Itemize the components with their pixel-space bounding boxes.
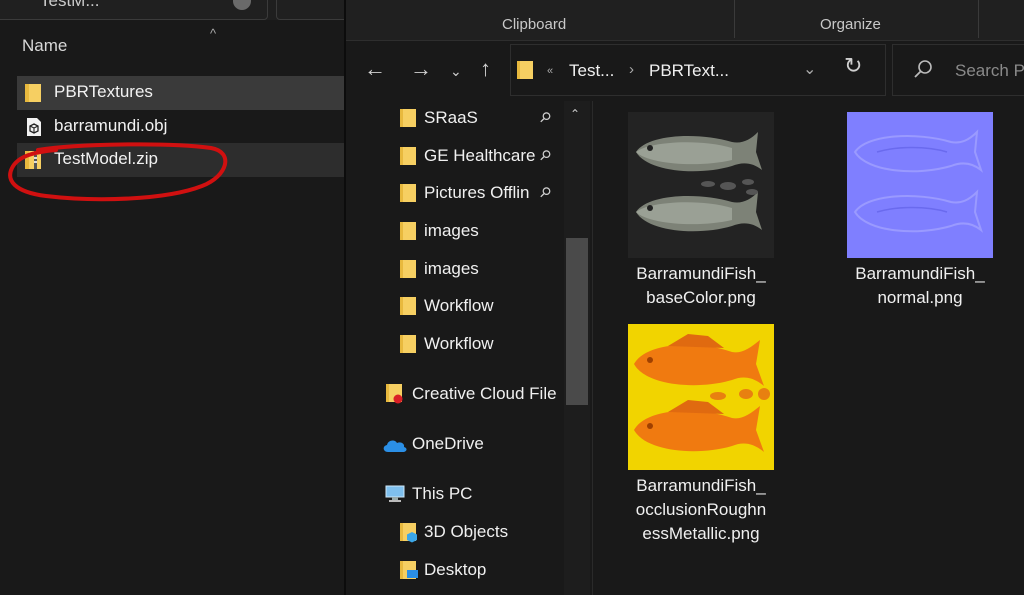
file-caption: BarramundiFish_ occlusionRoughn essMetal…: [616, 474, 786, 546]
nav-item-workflow[interactable]: Workflow: [346, 329, 568, 359]
nav-item-label: Workflow: [424, 334, 494, 353]
nav-item-creative-cloud-files[interactable]: Creative Cloud File: [346, 379, 568, 409]
nav-item-label: Desktop: [424, 560, 487, 579]
file-tile-occlusion-roughness-metallic[interactable]: BarramundiFish_ occlusionRoughn essMetal…: [616, 322, 786, 554]
folder-icon: [400, 147, 416, 165]
folder-icon: [517, 61, 533, 79]
nav-item-label: OneDrive: [412, 434, 484, 453]
back-arrow-icon[interactable]: ←: [364, 57, 386, 81]
nav-item-desktop[interactable]: Desktop: [346, 555, 568, 585]
search-input[interactable]: Search P: [955, 61, 1024, 81]
file-name-line: BarramundiFish_: [636, 476, 766, 495]
nav-item-images[interactable]: images: [346, 254, 568, 284]
nav-item-label: Workflow: [424, 296, 494, 315]
file-name-line: BarramundiFish_: [636, 264, 766, 283]
normal-map-texture-thumbnail: [847, 112, 993, 258]
nav-item-sraas[interactable]: SRaaS ⚲: [346, 103, 568, 133]
left-search-box[interactable]: [276, 0, 344, 20]
folder-icon: [400, 222, 416, 240]
left-explorer-window: TestM... Name ^ PBRTextures barramundi.o…: [0, 0, 344, 595]
3d-object-file-icon: [27, 118, 41, 136]
ribbon-group-clipboard: Clipboard: [502, 16, 567, 33]
left-window-top-bar: TestM...: [0, 0, 344, 20]
nav-item-3d-objects[interactable]: 3D Objects: [346, 517, 568, 547]
basecolor-texture-thumbnail: [628, 112, 774, 258]
ribbon-separator: [978, 0, 979, 38]
folder-icon: [400, 184, 416, 202]
left-address-text: TestM...: [40, 0, 100, 10]
nav-item-label: Creative Cloud File: [412, 384, 557, 403]
up-arrow-icon[interactable]: ↑: [480, 57, 491, 81]
this-pc-icon: [385, 485, 405, 502]
file-tile-normal[interactable]: BarramundiFish_ normal.png: [835, 110, 1005, 315]
navigation-bar: ← → ⌄ ↑ « Test... › PBRText... ⌄ ↻ Searc…: [346, 41, 1024, 101]
file-name: barramundi.obj: [54, 116, 168, 135]
nav-item-label: GE Healthcare: [424, 146, 536, 165]
nav-item-ge-healthcare[interactable]: GE Healthcare ⚲: [346, 141, 568, 171]
nav-item-pictures-offline[interactable]: Pictures Offlin ⚲: [346, 178, 568, 208]
folder-icon: [400, 260, 416, 278]
folder-icon: [400, 335, 416, 353]
nav-item-this-pc[interactable]: This PC: [346, 479, 568, 509]
file-row-testmodel-zip[interactable]: TestModel.zip: [17, 143, 344, 177]
3d-objects-folder-icon: [400, 523, 417, 543]
file-name: TestModel.zip: [54, 149, 158, 168]
desktop-folder-icon: [400, 561, 418, 579]
folder-icon: [400, 109, 416, 127]
nav-item-label: 3D Objects: [424, 522, 509, 541]
name-column-header[interactable]: Name: [22, 36, 67, 56]
sort-ascending-icon: ^: [210, 26, 217, 41]
onedrive-cloud-icon: [383, 440, 407, 452]
ribbon-separator: [734, 0, 735, 38]
folder-icon: [400, 297, 416, 315]
nav-item-onedrive[interactable]: OneDrive: [346, 429, 568, 459]
breadcrumb-item[interactable]: Test...: [569, 61, 614, 81]
nav-item-label: Pictures Offlin: [424, 183, 530, 202]
file-name-line: normal.png: [877, 288, 963, 307]
search-box[interactable]: Search P: [892, 44, 1024, 96]
recent-locations-chevron-icon[interactable]: ⌄: [450, 59, 462, 83]
file-name-line: occlusionRoughn: [635, 500, 767, 519]
scroll-up-chevron-icon[interactable]: ⌃: [570, 107, 580, 121]
pin-icon: ⚲: [536, 107, 555, 127]
breadcrumb-separator-icon[interactable]: ›: [629, 61, 634, 78]
ribbon: Clipboard Organize: [346, 0, 1024, 41]
file-caption: BarramundiFish_ normal.png: [835, 262, 1005, 310]
file-name: PBRTextures: [54, 82, 153, 101]
nav-item-images[interactable]: images: [346, 216, 568, 246]
file-name-line: essMetallic.png: [642, 524, 760, 543]
refresh-icon[interactable]: ↻: [844, 53, 862, 79]
address-dropdown-chevron-icon[interactable]: ⌄: [803, 59, 816, 79]
creative-cloud-folder-icon: [386, 384, 403, 404]
file-row-barramundi-obj[interactable]: barramundi.obj: [17, 110, 344, 144]
nav-item-label: This PC: [412, 484, 473, 503]
zip-folder-icon: [25, 151, 41, 169]
orm-texture-thumbnail: [628, 324, 774, 470]
nav-item-label: SRaaS: [424, 108, 478, 127]
pane-divider: [592, 101, 593, 595]
nav-item-workflow[interactable]: Workflow: [346, 291, 568, 321]
nav-scrollbar-thumb[interactable]: [566, 238, 588, 405]
file-row-pbrtextures[interactable]: PBRTextures: [17, 76, 344, 110]
file-name-line: BarramundiFish_: [855, 264, 985, 283]
overflow-chevron-icon[interactable]: «: [547, 65, 553, 77]
file-tile-basecolor[interactable]: BarramundiFish_ baseColor.png: [616, 110, 786, 315]
ribbon-group-organize: Organize: [820, 16, 881, 33]
breadcrumb-item[interactable]: PBRText...: [649, 61, 729, 81]
nav-item-label: images: [424, 259, 479, 278]
right-explorer-window: Clipboard Organize ← → ⌄ ↑ « Test... › P…: [346, 0, 1024, 595]
navigation-pane: SRaaS ⚲ GE Healthcare ⚲ Pictures Offlin …: [346, 101, 590, 595]
nav-item-label: images: [424, 221, 479, 240]
forward-arrow-icon[interactable]: →: [410, 57, 432, 81]
file-caption: BarramundiFish_ baseColor.png: [616, 262, 786, 310]
folder-icon: [25, 84, 41, 102]
file-name-line: baseColor.png: [646, 288, 756, 307]
search-icon: [914, 60, 932, 78]
address-bar[interactable]: « Test... › PBRText... ⌄: [510, 44, 886, 96]
